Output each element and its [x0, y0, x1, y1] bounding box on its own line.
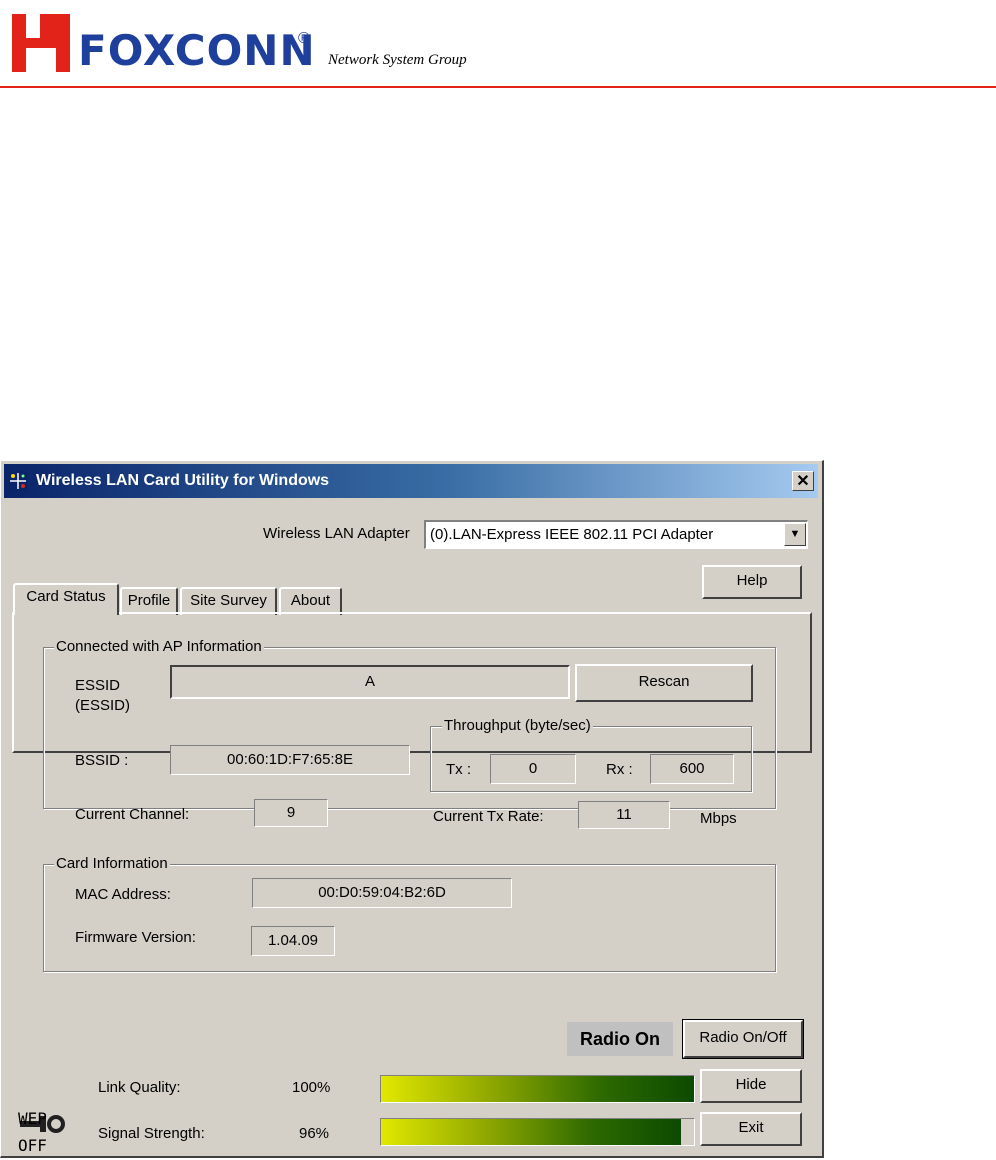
mac-value: 00:D0:59:04:B2:6D — [252, 878, 512, 908]
tab-about[interactable]: About — [279, 587, 342, 615]
tx-value: 0 — [490, 754, 576, 784]
ap-info-title: Connected with AP Information — [54, 638, 264, 655]
tab-site-survey[interactable]: Site Survey — [180, 587, 277, 615]
adapter-label: Wireless LAN Adapter — [263, 525, 410, 542]
window-title: Wireless LAN Card Utility for Windows — [36, 472, 330, 489]
brand-name: FOXCONN — [78, 26, 316, 75]
signal-strength-bar — [380, 1118, 695, 1146]
header-divider — [0, 86, 996, 88]
signal-strength-value: 96% — [299, 1125, 330, 1142]
tab-card-status[interactable]: Card Status — [13, 583, 119, 615]
tx-rate-value: 11 — [578, 801, 670, 829]
registered-mark: ® — [298, 30, 310, 47]
radio-toggle-button[interactable]: Radio On/Off — [682, 1019, 804, 1059]
wep-label: WEP — [18, 1109, 47, 1128]
rx-value: 600 — [650, 754, 734, 784]
channel-value: 9 — [254, 799, 328, 827]
hide-button[interactable]: Hide — [700, 1069, 802, 1103]
bssid-value: 00:60:1D:F7:65:8E — [170, 745, 410, 775]
tx-rate-label: Current Tx Rate: — [433, 808, 544, 825]
channel-label: Current Channel: — [75, 806, 190, 823]
group-name: Network System Group — [328, 52, 467, 68]
signal-strength-label: Signal Strength: — [98, 1125, 205, 1142]
help-button[interactable]: Help — [702, 565, 802, 599]
rescan-button[interactable]: Rescan — [575, 664, 753, 702]
firmware-label: Firmware Version: — [75, 929, 196, 946]
wep-state: OFF — [18, 1136, 47, 1155]
close-button[interactable]: ✕ — [792, 471, 814, 491]
adapter-value: (0).LAN-Express IEEE 802.11 PCI Adapter — [430, 526, 714, 543]
throughput-title: Throughput (byte/sec) — [442, 717, 593, 734]
tab-profile[interactable]: Profile — [120, 587, 178, 615]
mac-label: MAC Address: — [75, 886, 171, 903]
rx-label: Rx : — [606, 761, 633, 778]
tx-label: Tx : — [446, 761, 471, 778]
essid-value: A — [170, 665, 570, 699]
card-info-title: Card Information — [54, 855, 170, 872]
radio-status-badge: Radio On — [567, 1022, 673, 1056]
signal-strength-fill — [381, 1119, 682, 1145]
title-bar[interactable]: Wireless LAN Card Utility for Windows ✕ — [4, 464, 818, 498]
chevron-down-icon[interactable]: ▼ — [784, 523, 806, 546]
link-quality-value: 100% — [292, 1079, 331, 1096]
essid-label: ESSID — [75, 677, 121, 694]
firmware-value: 1.04.09 — [251, 926, 335, 956]
link-quality-bar — [380, 1075, 695, 1103]
link-quality-fill — [381, 1076, 694, 1102]
adapter-select[interactable]: (0).LAN-Express IEEE 802.11 PCI Adapter … — [424, 520, 808, 549]
bssid-label: BSSID : — [75, 752, 129, 769]
essid-sublabel: (ESSID) — [75, 697, 131, 714]
foxconn-logo-icon — [12, 14, 70, 72]
exit-button[interactable]: Exit — [700, 1112, 802, 1146]
wireless-app-icon — [8, 471, 28, 491]
tx-rate-unit: Mbps — [700, 810, 737, 827]
link-quality-label: Link Quality: — [98, 1079, 181, 1096]
